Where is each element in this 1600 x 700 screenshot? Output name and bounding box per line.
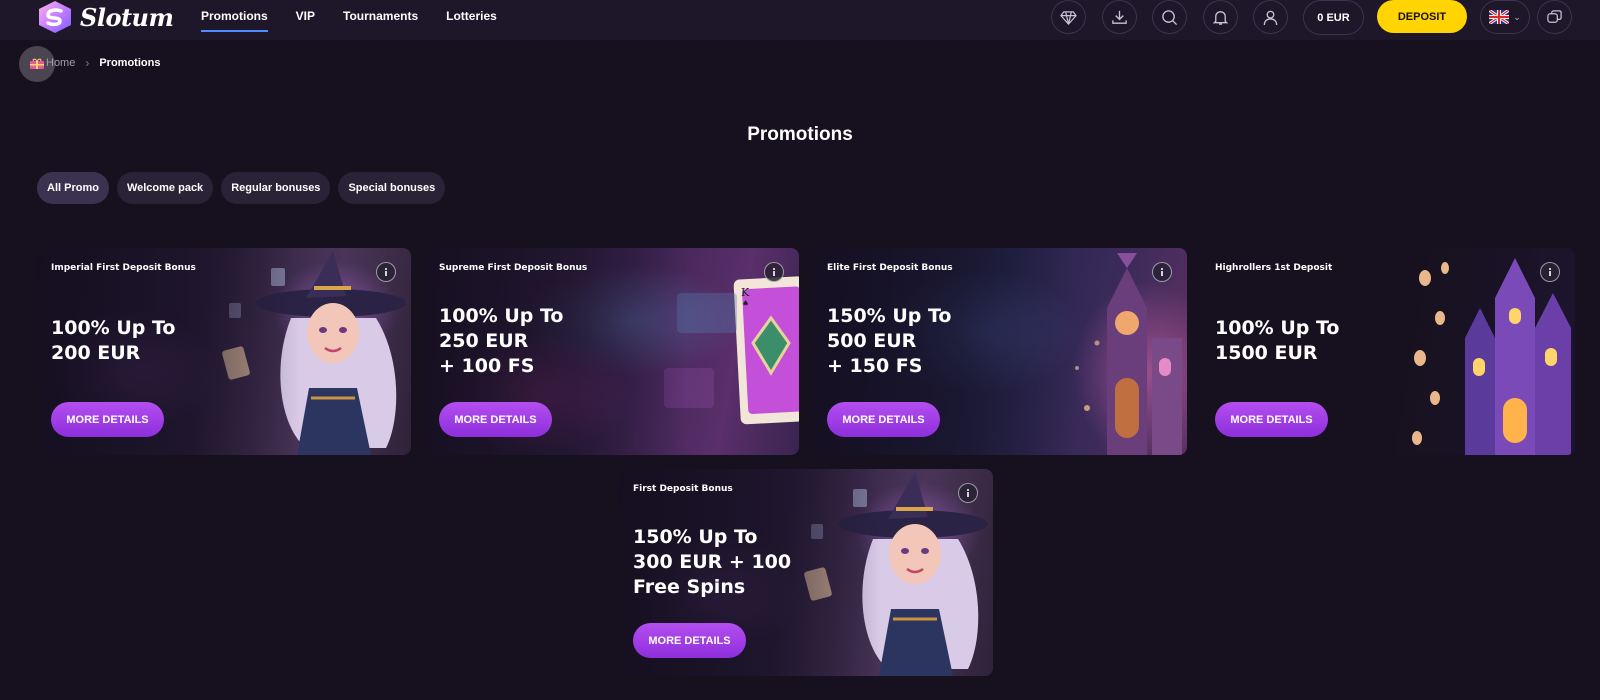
logo-icon bbox=[39, 1, 71, 33]
info-icon bbox=[1549, 268, 1551, 276]
search-icon bbox=[1162, 9, 1178, 25]
vip-diamond-button[interactable] bbox=[1051, 0, 1086, 34]
info-icon bbox=[1161, 268, 1163, 276]
promo-card-title: Highrollers 1st Deposit bbox=[1215, 263, 1333, 273]
promo-info-button[interactable] bbox=[1540, 262, 1560, 282]
logo-text: Slotum bbox=[80, 2, 174, 32]
notifications-button[interactable] bbox=[1203, 0, 1238, 34]
top-header: Slotum Promotions VIP Tournaments Lotter… bbox=[0, 0, 1600, 40]
breadcrumb: Home › Promotions bbox=[46, 56, 160, 70]
promo-info-button[interactable] bbox=[376, 262, 396, 282]
more-details-button[interactable]: MORE DETAILS bbox=[439, 402, 552, 437]
promo-info-button[interactable] bbox=[958, 483, 978, 503]
uk-flag-icon bbox=[1489, 10, 1510, 24]
more-details-button[interactable]: MORE DETAILS bbox=[827, 402, 940, 437]
promo-info-button[interactable] bbox=[764, 262, 784, 282]
chevron-down-icon: ⌄ bbox=[1513, 11, 1521, 22]
download-icon bbox=[1112, 10, 1127, 24]
balance-display[interactable]: 0 EUR bbox=[1303, 0, 1364, 35]
search-button[interactable] bbox=[1152, 0, 1187, 34]
breadcrumb-current: Promotions bbox=[99, 57, 161, 69]
more-details-button[interactable]: MORE DETAILS bbox=[633, 623, 746, 658]
promo-card-headline: 100% Up To 1500 EUR bbox=[1215, 317, 1340, 364]
nav-vip[interactable]: VIP bbox=[296, 9, 315, 23]
deposit-button[interactable]: DEPOSIT bbox=[1377, 0, 1467, 33]
breadcrumb-home-link[interactable]: Home bbox=[46, 57, 75, 69]
promo-card-highrollers[interactable]: Highrollers 1st Deposit 100% Up To 1500 … bbox=[1201, 248, 1575, 455]
diamond-icon bbox=[1060, 10, 1077, 25]
promo-card-supreme[interactable]: K ♠ Supreme First Deposit Bonus 100% Up … bbox=[425, 248, 799, 455]
chat-button[interactable] bbox=[1537, 0, 1572, 34]
promo-card-imperial[interactable]: Imperial First Deposit Bonus 100% Up To … bbox=[37, 248, 411, 455]
promo-card-title: Supreme First Deposit Bonus bbox=[439, 263, 588, 273]
promo-card-title: Elite First Deposit Bonus bbox=[827, 263, 953, 273]
info-icon bbox=[773, 268, 775, 276]
filter-special-bonuses[interactable]: Special bonuses bbox=[338, 172, 446, 204]
promo-card-headline: 100% Up To 200 EUR bbox=[51, 317, 176, 364]
page-title: Promotions bbox=[747, 124, 853, 145]
filter-regular-bonuses[interactable]: Regular bonuses bbox=[221, 172, 331, 204]
more-details-button[interactable]: MORE DETAILS bbox=[1215, 402, 1328, 437]
nav-lotteries[interactable]: Lotteries bbox=[446, 9, 497, 23]
user-icon bbox=[1263, 10, 1278, 25]
download-button[interactable] bbox=[1102, 0, 1137, 34]
promo-card-headline: 150% Up To 500 EUR + 150 FS bbox=[827, 305, 952, 377]
promo-card-elite[interactable]: Elite First Deposit Bonus 150% Up To 500… bbox=[813, 248, 1187, 455]
promo-card-headline: 150% Up To 300 EUR + 100 Free Spins bbox=[633, 526, 792, 598]
promo-card-headline: 100% Up To 250 EUR + 100 FS bbox=[439, 305, 564, 377]
profile-button[interactable] bbox=[1253, 0, 1288, 34]
bell-icon bbox=[1212, 10, 1229, 25]
nav-tournaments[interactable]: Tournaments bbox=[343, 9, 418, 23]
nav-promotions[interactable]: Promotions bbox=[201, 9, 268, 32]
promo-card-first-deposit[interactable]: First Deposit Bonus 150% Up To 300 EUR +… bbox=[619, 469, 993, 676]
info-icon bbox=[385, 268, 387, 276]
filter-welcome-pack[interactable]: Welcome pack bbox=[116, 172, 214, 204]
promo-card-title: Imperial First Deposit Bonus bbox=[51, 263, 196, 273]
promo-filter-tabs: All Promo Welcome pack Regular bonuses S… bbox=[37, 172, 446, 204]
filter-all-promo[interactable]: All Promo bbox=[37, 172, 109, 204]
main-nav: Promotions VIP Tournaments Lotteries bbox=[201, 0, 497, 32]
more-details-button[interactable]: MORE DETAILS bbox=[51, 402, 164, 437]
promo-card-title: First Deposit Bonus bbox=[633, 484, 733, 494]
info-icon bbox=[967, 489, 969, 497]
gift-icon bbox=[30, 58, 44, 69]
breadcrumb-separator-icon: › bbox=[85, 56, 90, 70]
promo-info-button[interactable] bbox=[1152, 262, 1172, 282]
logo[interactable]: Slotum bbox=[36, 0, 174, 34]
chat-icon bbox=[1547, 9, 1562, 23]
language-selector[interactable]: ⌄ bbox=[1480, 0, 1530, 34]
